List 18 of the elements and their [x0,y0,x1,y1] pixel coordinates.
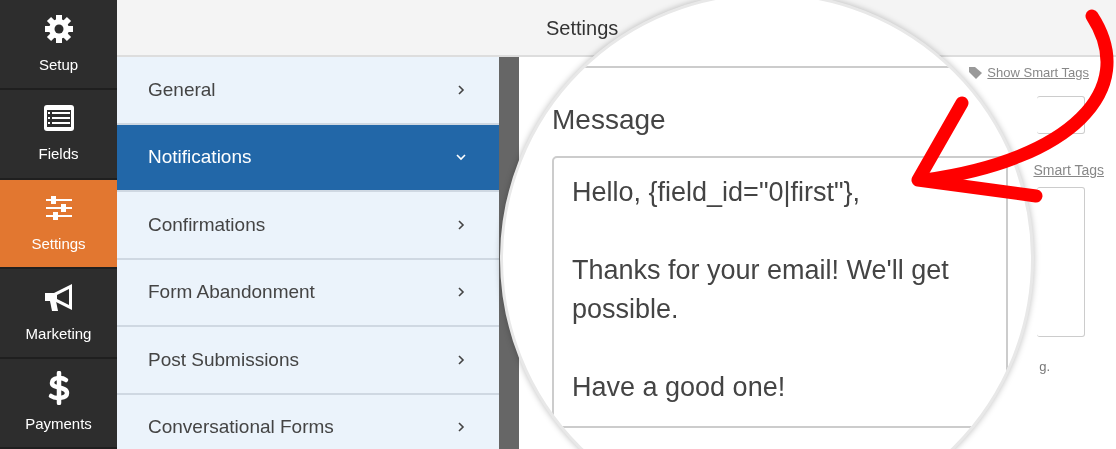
chevron-right-icon [455,286,467,299]
show-smart-tags-link[interactable]: Show Smart Tags [968,63,1089,83]
chevron-right-icon [455,218,467,231]
settings-menu-item[interactable]: Notifications [117,124,499,192]
field-description: g. [1039,357,1050,376]
message-paragraph: Thanks for your email! We'll get possible. [572,254,950,326]
message-textarea[interactable]: Hello, {field_id="0|first"}, Thanks for your email! We'll get possible. Have a good one! [552,156,1008,428]
chevron-right-icon [455,353,467,366]
smart-tags-link[interactable]: Smart Tags [1033,159,1104,181]
page-title: Settings [546,15,619,41]
message-paragraph: Hello, {field_id="0|first"}, [572,176,862,209]
tag-icon [968,65,985,80]
message-paragraph: Have a good one! [572,371,787,404]
chevron-right-icon [455,83,467,96]
chevron-right-icon [455,421,467,434]
field-label: Message [552,103,666,137]
input-field[interactable] [1037,95,1085,134]
text-area[interactable] [1037,186,1085,337]
